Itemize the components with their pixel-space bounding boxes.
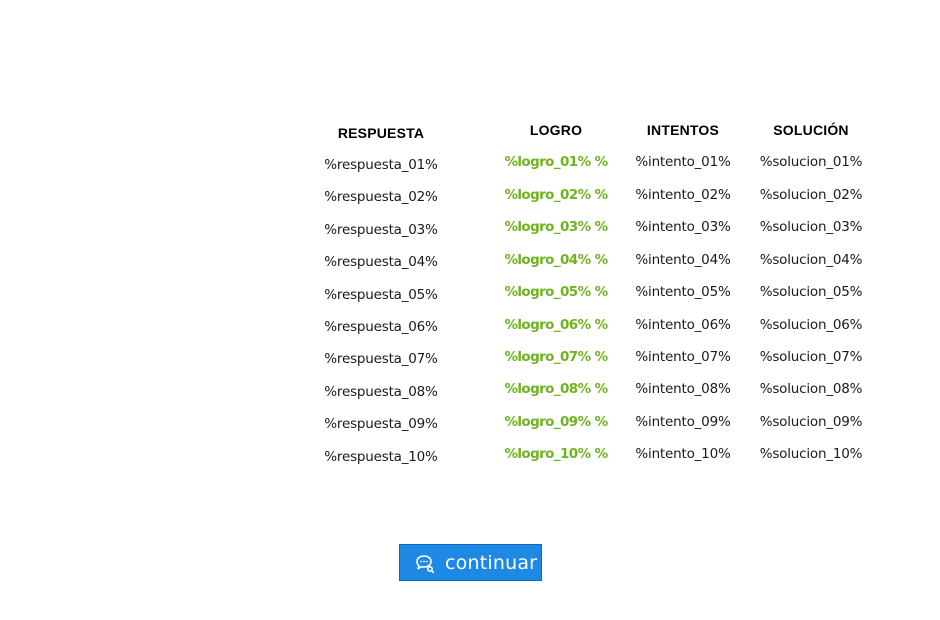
cell-respuesta: %respuesta_09% [324, 416, 438, 432]
cell-solucion: %solucion_03% [759, 219, 863, 235]
cell-respuesta: %respuesta_04% [324, 254, 438, 270]
cell-respuesta: %respuesta_10% [324, 449, 438, 465]
continue-button[interactable]: continuar [399, 544, 542, 581]
header-solucion: SOLUCIÓN [773, 122, 849, 138]
cell-solucion: %solucion_09% [759, 414, 863, 430]
cell-respuesta: %respuesta_07% [324, 351, 438, 367]
cell-solucion: %solucion_06% [759, 317, 863, 333]
cell-solucion: %solucion_05% [759, 284, 863, 300]
cell-respuesta: %respuesta_03% [324, 222, 438, 238]
cell-respuesta: %respuesta_01% [324, 157, 438, 173]
chat-bubble-icon [413, 552, 435, 574]
cell-solucion: %solucion_01% [759, 154, 863, 170]
cell-solucion: %solucion_02% [759, 187, 863, 203]
continue-button-label: continuar [445, 551, 538, 574]
cell-solucion: %solucion_10% [759, 446, 863, 462]
cell-solucion: %solucion_07% [759, 349, 863, 365]
cell-respuesta: %respuesta_06% [324, 319, 438, 335]
cell-solucion: %solucion_04% [759, 252, 863, 268]
cell-respuesta: %respuesta_02% [324, 189, 438, 205]
cell-solucion: %solucion_08% [759, 381, 863, 397]
cell-respuesta: %respuesta_05% [324, 287, 438, 303]
cell-respuesta: %respuesta_08% [324, 384, 438, 400]
header-respuesta: RESPUESTA [337, 125, 425, 141]
